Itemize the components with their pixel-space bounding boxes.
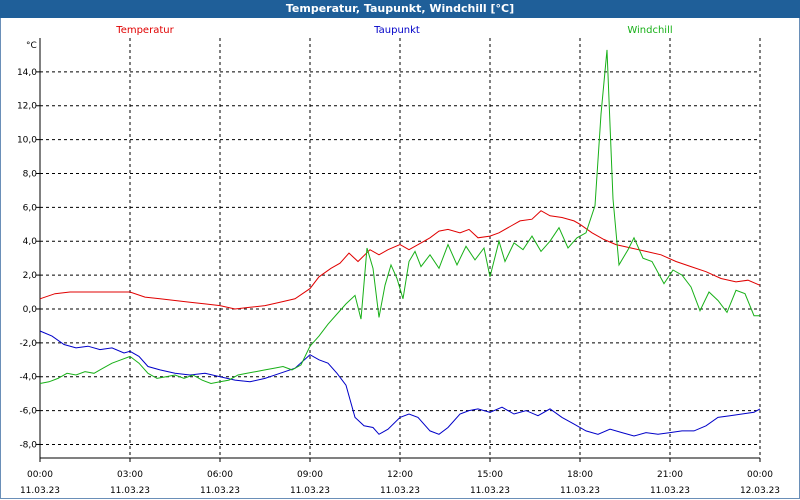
legend: Temperatur Taupunkt Windchill [115,25,672,36]
y-tick-label: 4,0 [23,237,38,247]
x-tick-date-label: 11.03.23 [200,486,240,496]
x-tick-date-label: 11.03.23 [110,486,150,496]
x-tick-time-label: 06:00 [207,470,233,480]
grid [40,38,760,458]
y-tick-label: -6,0 [19,407,37,417]
x-tick-time-label: 00:00 [747,470,773,480]
legend-item-temperatur: Temperatur [115,25,174,36]
line-chart: °C 14,0 12,0 10,0 8,0 6,0 4,0 2,0 0,0 -2,0 -4,0 -6… [17,25,780,496]
y-tick-label: 10,0 [17,136,37,146]
y-tick-label: 8,0 [23,169,38,179]
y-tick-label: -4,0 [19,373,37,383]
x-tick-date-label: 12.03.23 [740,486,780,496]
y-tick-label: 0,0 [23,305,38,315]
x-tick-time-label: 03:00 [117,470,143,480]
y-tick-label: 12,0 [17,102,37,112]
legend-item-taupunkt: Taupunkt [373,25,420,36]
x-tick-date-label: 11.03.23 [650,486,690,496]
x-tick-time-label: 15:00 [477,470,503,480]
x-tick-date-label: 11.03.23 [470,486,510,496]
legend-item-windchill: Windchill [627,25,672,36]
x-tick-time-label: 21:00 [657,470,683,480]
x-tick-time-label: 18:00 [567,470,593,480]
x-tick-date-label: 11.03.23 [290,486,330,496]
x-tick-time-label: 09:00 [297,470,323,480]
y-axis-ticks: 14,0 12,0 10,0 8,0 6,0 4,0 2,0 0,0 -2,0 -4,0 -6,0 -… [17,68,40,450]
x-tick-time-label: 00:00 [27,470,53,480]
x-tick-time-label: 12:00 [387,470,413,480]
y-tick-label: 14,0 [17,68,37,78]
x-tick-date-label: 11.03.23 [20,486,60,496]
x-axis-ticks: 00:00 11.03.23 03:00 11.03.23 06:00 11.03.23 0… [20,458,780,496]
y-tick-label: 6,0 [23,203,38,213]
y-tick-label: -8,0 [19,440,37,450]
y-tick-label: -2,0 [19,339,37,349]
x-tick-date-label: 11.03.23 [380,486,420,496]
y-axis-unit-label: °C [26,41,37,51]
x-tick-date-label: 11.03.23 [560,486,600,496]
y-tick-label: 2,0 [23,271,38,281]
